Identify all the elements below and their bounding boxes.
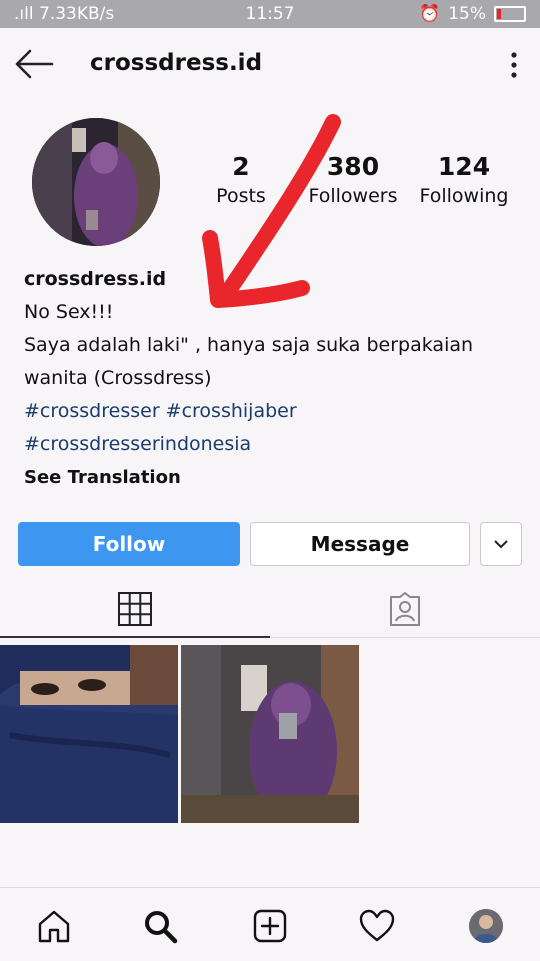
back-arrow-icon[interactable] xyxy=(14,46,54,82)
battery-percent: 15% xyxy=(448,4,486,24)
nav-home[interactable] xyxy=(34,906,74,946)
post-thumbnail[interactable] xyxy=(0,645,178,823)
profile-avatar-icon xyxy=(469,909,503,943)
tab-tagged[interactable] xyxy=(270,582,540,636)
alarm-icon: ⏰ xyxy=(419,4,441,24)
following-label: Following xyxy=(419,185,509,207)
tab-grid[interactable] xyxy=(0,582,270,636)
bio-line: Saya adalah laki" , hanya saja suka berp… xyxy=(24,334,474,356)
bottom-navigation xyxy=(0,887,540,961)
post-photo xyxy=(0,645,178,823)
more-options-icon[interactable] xyxy=(508,50,520,80)
tagged-icon xyxy=(390,592,420,626)
message-button[interactable]: Message xyxy=(250,522,470,566)
stat-followers[interactable]: 380 Followers xyxy=(300,152,406,207)
bio-line: wanita (Crossdress) xyxy=(24,367,212,389)
heart-icon xyxy=(359,909,395,942)
avatar-photo xyxy=(32,118,160,246)
stat-posts[interactable]: 2 Posts xyxy=(206,152,276,207)
add-icon xyxy=(253,909,287,943)
stat-following[interactable]: 124 Following xyxy=(416,152,512,207)
follow-button[interactable]: Follow xyxy=(18,522,240,566)
search-icon xyxy=(145,911,178,944)
suggestions-dropdown-button[interactable] xyxy=(480,522,522,566)
profile-bio: crossdress.id No Sex!!! Saya adalah laki… xyxy=(24,263,524,494)
followers-count: 380 xyxy=(326,152,380,181)
nav-add[interactable] xyxy=(250,906,290,946)
nav-profile-avatar[interactable] xyxy=(469,909,503,943)
chevron-down-icon xyxy=(494,540,508,549)
profile-name: crossdress.id xyxy=(24,268,167,290)
profile-avatar[interactable] xyxy=(32,118,160,246)
tab-divider xyxy=(270,637,540,638)
post-thumbnail[interactable] xyxy=(181,645,359,823)
home-icon xyxy=(38,910,70,943)
active-tab-indicator xyxy=(0,636,270,638)
grid-icon xyxy=(118,592,152,626)
post-photo xyxy=(181,645,359,823)
posts-label: Posts xyxy=(216,185,266,207)
battery-icon xyxy=(494,6,526,22)
nav-activity[interactable] xyxy=(357,906,397,946)
status-right: ⏰ 15% xyxy=(419,4,526,24)
page-title: crossdress.id xyxy=(90,50,263,76)
following-count: 124 xyxy=(437,152,491,181)
hashtags[interactable]: #crossdresserindonesia xyxy=(24,428,524,461)
see-translation-link[interactable]: See Translation xyxy=(24,461,524,494)
posts-count: 2 xyxy=(232,152,250,181)
status-bar: .ıll 7.33KB/s 11:57 ⏰ 15% xyxy=(0,0,540,28)
followers-label: Followers xyxy=(308,185,398,207)
bio-line: No Sex!!! xyxy=(24,301,114,323)
nav-search[interactable] xyxy=(140,906,180,946)
hashtags[interactable]: #crossdresser #crosshijaber xyxy=(24,395,524,428)
